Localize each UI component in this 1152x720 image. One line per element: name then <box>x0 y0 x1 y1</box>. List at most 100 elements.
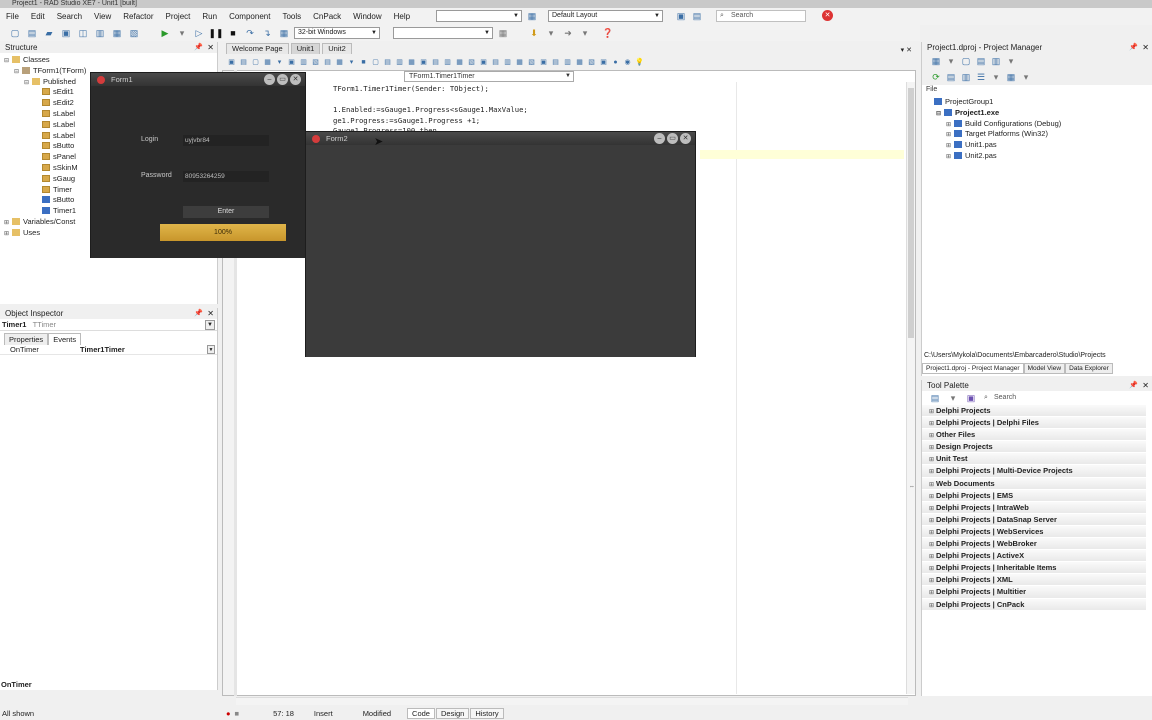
form2-titlebar[interactable]: Form2 – ▭ ✕ <box>306 132 695 145</box>
login-input[interactable]: uyjvbr84 <box>183 135 269 146</box>
chevron-down-icon[interactable]: ▼ <box>207 345 215 354</box>
record-macro-icon[interactable]: ● <box>226 709 231 718</box>
menu-search[interactable]: Search <box>51 12 88 21</box>
designer-tool-icon[interactable]: ▣ <box>538 57 549 68</box>
project-tree-item[interactable]: ⊞ Unit1.pas <box>922 140 1152 151</box>
tab-list-icon[interactable]: ▾ ✕ <box>901 46 916 54</box>
tab-data-explorer[interactable]: Data Explorer <box>1065 363 1113 374</box>
menu-cnpack[interactable]: CnPack <box>307 12 347 21</box>
help-icon[interactable]: ❓ <box>601 27 615 39</box>
scrollbar-thumb[interactable] <box>908 88 914 338</box>
dropdown-icon[interactable]: ▾ <box>544 27 558 39</box>
palette-category[interactable]: ⊞ Delphi Projects | DataSnap Server <box>922 513 1146 526</box>
designer-tool-icon[interactable]: ▧ <box>586 57 597 68</box>
palette-category[interactable]: ⊞ Delphi Projects | IntraWeb <box>922 501 1146 514</box>
chevron-down-icon[interactable]: ▼ <box>205 320 215 330</box>
menu-component[interactable]: Component <box>223 12 276 21</box>
designer-tool-icon[interactable]: ▦ <box>262 57 273 68</box>
run-dropdown-icon[interactable]: ▾ <box>175 27 189 39</box>
palette-category[interactable]: ⊞ Delphi Projects | Multi-Device Projects <box>922 465 1146 478</box>
pin-icon[interactable]: 📌 <box>194 42 203 53</box>
menu-refactor[interactable]: Refactor <box>117 12 159 21</box>
tab-code[interactable]: Code <box>407 707 435 719</box>
menu-window[interactable]: Window <box>347 12 387 21</box>
new-icon[interactable]: ▢ <box>960 55 972 67</box>
menu-file[interactable]: File <box>0 12 25 21</box>
palette-category[interactable]: ⊞ Delphi Projects <box>922 405 1146 418</box>
designer-tool-icon[interactable]: ▥ <box>394 57 405 68</box>
project-tree-item[interactable]: ⊞ Unit2.pas <box>922 151 1152 162</box>
run-without-debug-icon[interactable]: ▷ <box>192 27 206 39</box>
designer-tool-icon[interactable]: ▣ <box>418 57 429 68</box>
activate-icon[interactable]: ▦ <box>930 55 942 67</box>
component-search-select[interactable]: ▼ <box>436 10 522 22</box>
designer-tool-icon[interactable]: ▣ <box>598 57 609 68</box>
menu-project[interactable]: Project <box>159 12 196 21</box>
tab-unit1[interactable]: Unit1 <box>290 43 321 54</box>
dropdown-icon-4[interactable]: ▾ <box>1020 71 1032 83</box>
designer-tool-icon[interactable]: ▦ <box>574 57 585 68</box>
designer-tool-icon[interactable]: ▥ <box>298 57 309 68</box>
project-tree-item[interactable]: ⊞ Build Configurations (Debug) <box>922 119 1152 130</box>
palette-category[interactable]: ⊞ Delphi Projects | Inheritable Items <box>922 562 1146 575</box>
method-navigator[interactable]: TForm1.Timer1Timer ▼ <box>404 71 574 82</box>
designer-tool-icon[interactable]: ▤ <box>490 57 501 68</box>
save-all-icon[interactable]: ◫ <box>76 27 90 39</box>
filter-icon[interactable]: ▣ <box>964 392 978 404</box>
pin-icon[interactable]: 📌 <box>1129 42 1138 53</box>
sync-icon[interactable]: ⟳ <box>930 71 942 83</box>
platform-select[interactable]: 32-bit Windows ▼ <box>294 27 380 39</box>
form1-window[interactable]: Form1 – ▭ ✕ Login uyjvbr84 Password 8095… <box>90 72 306 258</box>
menu-view[interactable]: View <box>88 12 117 21</box>
add-file-icon[interactable]: ▦ <box>110 27 124 39</box>
palette-category[interactable]: ⊞ Web Documents <box>922 477 1146 491</box>
close-icon[interactable]: ✕ <box>207 308 214 319</box>
palette-category[interactable]: ⊞ Delphi Projects | ActiveX <box>922 550 1146 563</box>
minimize-icon[interactable]: – <box>654 133 665 144</box>
ide-search-box[interactable]: ⌕ Search <box>716 10 806 22</box>
layout-icon[interactable]: ▦ <box>525 10 539 22</box>
palette-category[interactable]: ⊞ Other Files <box>922 429 1146 442</box>
tab-model-view[interactable]: Model View <box>1023 363 1066 374</box>
remove-file-icon[interactable]: ▧ <box>127 27 141 39</box>
form1-titlebar[interactable]: Form1 – ▭ ✕ <box>91 73 305 86</box>
designer-tool-icon[interactable]: ▦ <box>454 57 465 68</box>
palette-category[interactable]: ⊞ Delphi Projects | XML <box>922 574 1146 587</box>
palette-category[interactable]: ⊞ Delphi Projects | EMS <box>922 489 1146 502</box>
build-icon[interactable]: ▦ <box>496 27 510 39</box>
dropdown-icon-2[interactable]: ▾ <box>1005 55 1017 67</box>
remove-icon[interactable]: ▤ <box>975 55 987 67</box>
menu-tools[interactable]: Tools <box>276 12 307 21</box>
maximize-icon[interactable]: ▭ <box>277 74 288 85</box>
run-icon[interactable]: ▶ <box>158 27 172 39</box>
dropdown-icon[interactable]: ▾ <box>945 55 957 67</box>
designer-tool-icon[interactable]: ▥ <box>562 57 573 68</box>
designer-tool-icon[interactable]: ▤ <box>322 57 333 68</box>
expand-toggle-icon[interactable]: ⊞ <box>929 479 936 491</box>
dropdown-icon-2[interactable]: ▾ <box>578 27 592 39</box>
project-tree-item[interactable]: ⊞ Target Platforms (Win32) <box>922 129 1152 140</box>
stop-macro-icon[interactable]: ■ <box>235 709 240 718</box>
pin-icon[interactable]: 📌 <box>1129 380 1138 391</box>
options-icon[interactable]: ▥ <box>990 55 1002 67</box>
designer-tool-icon[interactable]: ◉ <box>622 57 633 68</box>
designer-tool-icon[interactable]: ▣ <box>478 57 489 68</box>
designer-tool-icon[interactable]: ▾ <box>346 57 357 68</box>
project-tree-item[interactable]: ProjectGroup1 <box>922 97 1152 108</box>
designer-tool-icon[interactable]: ▧ <box>526 57 537 68</box>
expand-toggle-icon[interactable]: ⊞ <box>4 229 12 240</box>
palette-category[interactable]: ⊞ Delphi Projects | Delphi Files <box>922 417 1146 430</box>
tab-history[interactable]: History <box>470 707 504 719</box>
close-icon[interactable]: ✕ <box>290 74 301 85</box>
layout-select[interactable]: Default Layout ▼ <box>548 10 663 22</box>
palette-category[interactable]: ⊞ Unit Test <box>922 453 1146 466</box>
designer-tool-icon[interactable]: ▥ <box>442 57 453 68</box>
pause-icon[interactable]: ❚❚ <box>208 27 223 39</box>
tab-unit2[interactable]: Unit2 <box>322 43 352 54</box>
designer-tool-icon[interactable]: ▤ <box>382 57 393 68</box>
build-icon[interactable]: ▦ <box>1005 71 1017 83</box>
expand-toggle-icon[interactable]: ⊞ <box>929 466 936 478</box>
tool-palette-search[interactable]: ⌕ Search <box>982 393 1142 404</box>
tab-welcome-page[interactable]: Welcome Page <box>226 43 289 54</box>
expand-toggle-icon[interactable]: ⊞ <box>929 600 936 612</box>
